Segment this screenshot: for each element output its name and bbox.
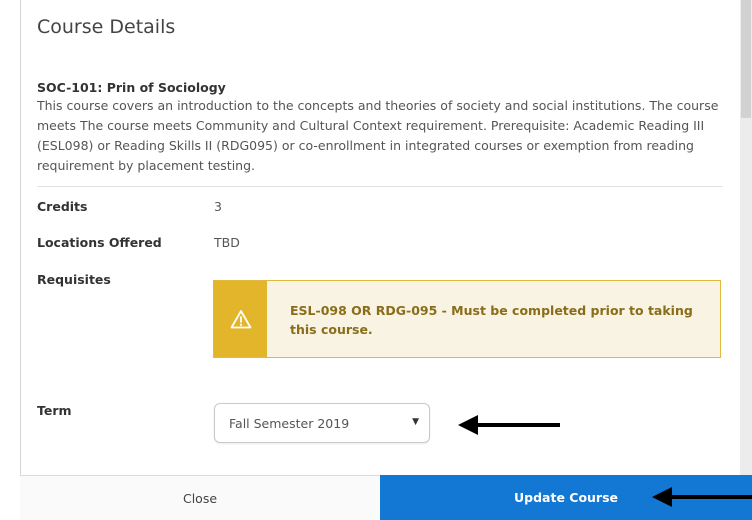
requisite-warning: ESL-098 OR RDG-095 - Must be completed p…: [213, 280, 721, 358]
close-button[interactable]: Close: [20, 475, 380, 520]
annotation-arrow-icon: [652, 487, 752, 507]
credits-value: 3: [214, 199, 222, 214]
divider: [37, 186, 723, 187]
scrollbar-thumb[interactable]: [741, 0, 751, 118]
annotation-arrow-icon: [458, 415, 560, 435]
chevron-down-icon: ▼: [412, 417, 419, 427]
course-name: SOC-101: Prin of Sociology: [37, 80, 226, 95]
term-selected-value: Fall Semester 2019: [229, 415, 350, 431]
requisites-label: Requisites: [37, 272, 111, 287]
dialog-left-border: [20, 0, 21, 520]
warning-triangle-icon: [230, 310, 251, 329]
dialog-title: Course Details: [37, 16, 176, 38]
term-label: Term: [37, 403, 72, 418]
dialog-footer: Close Update Course: [20, 475, 752, 520]
requisite-warning-text: ESL-098 OR RDG-095 - Must be completed p…: [290, 303, 693, 337]
warning-icon-cell: [214, 281, 267, 357]
credits-label: Credits: [37, 199, 88, 214]
locations-value: TBD: [214, 235, 240, 250]
locations-label: Locations Offered: [37, 235, 162, 250]
course-description: This course covers an introduction to th…: [37, 98, 719, 173]
term-select[interactable]: Fall Semester 2019 ▼: [214, 403, 430, 443]
